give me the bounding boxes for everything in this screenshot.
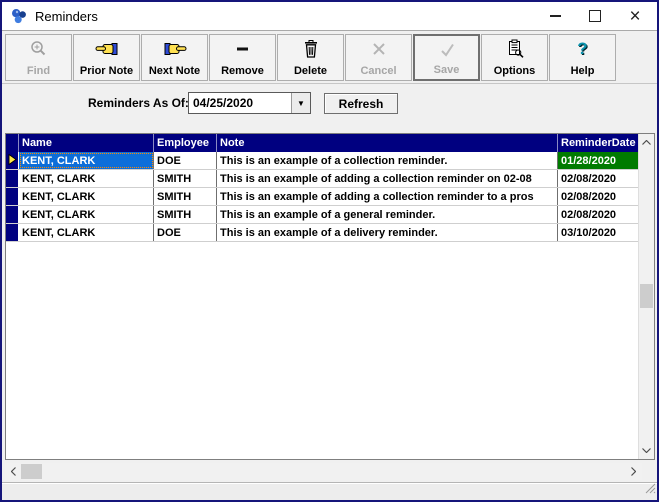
vertical-scroll-thumb[interactable] [640,284,653,308]
row-indicator [6,224,19,241]
row-arrow-icon [8,153,17,168]
toolbar: Find Prior Note Next Note Remove Delete Cance… [2,31,657,84]
scroll-right-icon[interactable] [627,463,640,480]
next-note-label: Next Note [148,64,201,77]
cell-name[interactable]: KENT, CLARK [19,206,154,223]
combobox-dropdown-icon[interactable]: ▼ [291,93,310,113]
status-bar [2,481,657,500]
resize-grip-icon[interactable] [644,481,656,499]
row-indicator [6,206,19,223]
column-header-name[interactable]: Name [19,134,154,152]
cell-name[interactable]: KENT, CLARK [19,224,154,241]
current-row-indicator [6,152,19,169]
hand-left-icon [95,39,119,59]
reminders-grid: Name Employee Note ReminderDate KENT, CLARK… [5,133,655,460]
cell-note[interactable]: This is an example of a collection remin… [217,152,558,169]
cancel-label: Cancel [360,64,397,77]
cell-note[interactable]: This is an example of a delivery reminde… [217,224,558,241]
column-header-note[interactable]: Note [217,134,558,152]
grid-header: Name Employee Note ReminderDate [6,134,654,152]
minus-icon [232,39,254,59]
save-button: Save [413,33,480,81]
options-icon [504,39,526,59]
magnifier-icon [28,39,50,59]
table-row[interactable]: KENT, CLARK SMITH This is an example of a … [6,206,654,224]
options-button[interactable]: Options [481,33,548,81]
scroll-left-icon[interactable] [7,463,20,480]
horizontal-scroll-thumb[interactable] [21,464,42,479]
column-header-indicator [6,134,19,152]
window-title: Reminders [35,8,98,24]
cell-employee[interactable]: SMITH [154,188,217,205]
remove-button[interactable]: Remove [209,33,276,81]
cell-note[interactable]: This is an example of adding a collectio… [217,170,558,187]
remove-label: Remove [221,64,264,77]
maximize-button[interactable] [575,2,615,30]
table-row[interactable]: KENT, CLARK DOE This is an example of a de… [6,224,654,242]
filter-row: Reminders As Of: 04/25/2020 ▼ Refresh [2,84,657,133]
as-of-date-value: 04/25/2020 [193,96,254,110]
refresh-label: Refresh [338,96,384,111]
delete-button[interactable]: Delete [277,33,344,81]
cell-name[interactable]: KENT, CLARK [19,170,154,187]
trash-icon [300,39,322,59]
row-indicator [6,188,19,205]
check-icon [436,40,458,60]
cell-name[interactable]: KENT, CLARK [19,188,154,205]
cell-name[interactable]: KENT, CLARK [19,152,154,169]
cell-employee[interactable]: SMITH [154,170,217,187]
status-separator [2,482,657,483]
column-header-employee[interactable]: Employee [154,134,217,152]
cell-note[interactable]: This is an example of a general reminder… [217,206,558,223]
close-button[interactable]: × [615,2,655,30]
window-controls: × [535,2,655,30]
cell-employee[interactable]: DOE [154,152,217,169]
minimize-button[interactable] [535,2,575,30]
cell-note[interactable]: This is an example of adding a collectio… [217,188,558,205]
prior-note-label: Prior Note [79,64,134,77]
scroll-up-icon[interactable] [639,136,654,149]
x-icon [368,39,390,59]
options-label: Options [493,64,536,77]
cell-employee[interactable]: SMITH [154,206,217,223]
cancel-button: Cancel [345,33,412,81]
grid-body: KENT, CLARK DOE This is an example of a co… [6,152,654,242]
vertical-scrollbar[interactable] [638,134,654,459]
next-note-button[interactable]: Next Note [141,33,208,81]
horizontal-scrollbar[interactable] [5,463,642,480]
hand-right-icon [163,39,187,59]
find-label: Find [26,64,51,77]
title-bar: Reminders × [2,2,657,31]
table-row[interactable]: KENT, CLARK SMITH This is an example of ad… [6,170,654,188]
as-of-date-combobox[interactable]: 04/25/2020 ▼ [188,92,311,114]
cell-employee[interactable]: DOE [154,224,217,241]
reminders-window: Reminders × Find Prior Note Next Note Remov… [0,0,659,502]
help-icon: ? [577,39,588,58]
table-row[interactable]: KENT, CLARK DOE This is an example of a co… [6,152,654,170]
find-button: Find [5,33,72,81]
scroll-down-icon[interactable] [639,444,654,457]
row-indicator [6,170,19,187]
table-row[interactable]: KENT, CLARK SMITH This is an example of ad… [6,188,654,206]
save-label: Save [433,63,460,76]
app-icon [10,7,28,25]
refresh-button[interactable]: Refresh [324,93,398,114]
help-label: Help [570,64,595,77]
help-button[interactable]: ? Help [549,33,616,81]
reminders-as-of-label: Reminders As Of: [88,96,189,110]
delete-label: Delete [293,64,328,77]
prior-note-button[interactable]: Prior Note [73,33,140,81]
